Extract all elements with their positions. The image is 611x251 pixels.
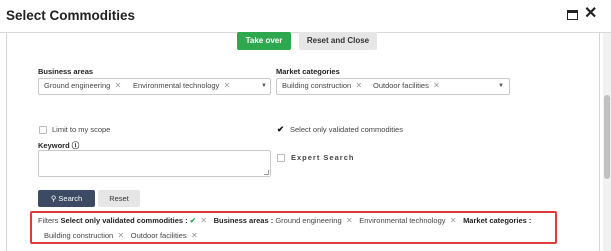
remove-filter-icon[interactable]: ✕	[198, 216, 211, 225]
filter-chip: Outdoor facilities	[130, 231, 187, 240]
filters-prefix: Filters	[38, 216, 59, 225]
filters-line-2: Building construction ✕ Outdoor faciliti…	[44, 231, 198, 240]
remove-filter-icon[interactable]: ✕	[344, 216, 357, 225]
tag-label: Building construction	[282, 81, 352, 90]
chevron-down-icon[interactable]: ▼	[261, 83, 267, 89]
active-filters-panel: Filters Select only validated commoditie…	[30, 211, 557, 244]
dialog-title: Select Commodities	[6, 8, 136, 23]
expert-search-label: Expert Search	[291, 153, 355, 162]
vertical-scrollbar[interactable]	[603, 33, 611, 251]
business-areas-label: Business areas	[38, 67, 94, 76]
check-icon: ✔	[189, 216, 197, 225]
remove-filter-icon[interactable]: ✕	[189, 231, 198, 240]
tag-label: Outdoor facilities	[373, 81, 429, 90]
validated-commodities-label: Select only validated commodities	[290, 125, 403, 134]
market-category-tag: Outdoor facilities ✕	[373, 81, 440, 90]
remove-tag-icon[interactable]: ✕	[112, 81, 122, 90]
filter-market-categories-label: Market categories :	[463, 216, 532, 225]
validated-commodities-checkbox[interactable]: ✔	[277, 125, 284, 134]
limit-scope-checkbox[interactable]	[39, 126, 47, 134]
business-area-tag: Environmental technology ✕	[133, 81, 230, 90]
reset-button[interactable]: Reset	[98, 190, 140, 207]
remove-tag-icon[interactable]: ✕	[353, 81, 363, 90]
expert-search-checkbox[interactable]	[277, 154, 285, 162]
tag-label: Ground engineering	[44, 81, 111, 90]
tag-label: Environmental technology	[133, 81, 220, 90]
take-over-button[interactable]: Take over	[237, 32, 291, 50]
filter-chip: Ground engineering	[275, 216, 342, 225]
market-categories-label: Market categories	[276, 67, 340, 76]
search-icon: ⚲	[50, 194, 57, 203]
filter-validated-label: Select only validated commodities :	[60, 216, 188, 225]
search-button[interactable]: ⚲ Search	[38, 190, 95, 207]
filter-business-areas-label: Business areas :	[213, 216, 274, 225]
close-icon[interactable]: ✕	[584, 6, 597, 22]
window-maximize-icon[interactable]	[567, 10, 578, 20]
limit-scope-label: Limit to my scope	[52, 125, 111, 134]
search-button-label: Search	[58, 194, 83, 203]
scrollbar-thumb[interactable]	[604, 95, 610, 179]
filter-chip: Building construction	[44, 231, 114, 240]
dialog-titlebar: Select Commodities ✕	[0, 0, 611, 33]
market-category-tag: Building construction ✕	[282, 81, 362, 90]
remove-filter-icon[interactable]: ✕	[448, 216, 461, 225]
remove-tag-icon[interactable]: ✕	[221, 81, 231, 90]
chevron-down-icon[interactable]: ▼	[498, 83, 504, 89]
filters-line-1: Filters Select only validated commoditie…	[38, 216, 531, 225]
keyword-input[interactable]	[38, 150, 271, 177]
remove-filter-icon[interactable]: ✕	[115, 231, 128, 240]
filter-chip: Environmental technology	[359, 216, 446, 225]
resize-handle-icon[interactable]	[264, 170, 269, 175]
remove-tag-icon[interactable]: ✕	[431, 81, 440, 90]
business-area-tag: Ground engineering ✕	[44, 81, 121, 90]
reset-and-close-button[interactable]: Reset and Close	[299, 32, 377, 50]
